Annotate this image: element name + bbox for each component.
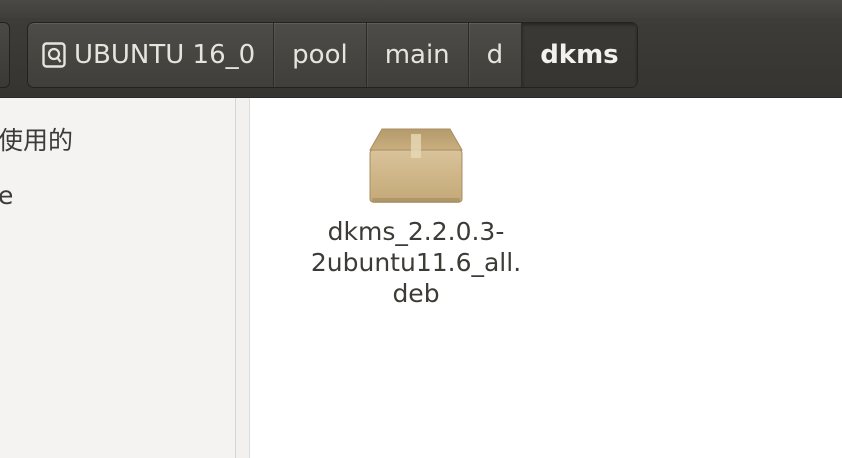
sidebar-splitter[interactable] [236, 98, 250, 458]
breadcrumb-label: dkms [540, 40, 619, 70]
file-name: dkms_2.2.0.3- 2ubuntu11.6_all. deb [296, 216, 536, 309]
package-icon [369, 128, 463, 203]
toolbar: UBUNTU 16_0 pool main d dkms [0, 0, 842, 98]
sidebar-item-label: 使用的 [0, 126, 74, 155]
drive-icon [42, 42, 66, 68]
breadcrumb-label: pool [292, 40, 348, 70]
toolbar-top-strip [0, 0, 842, 18]
breadcrumb-item-d[interactable]: d [467, 23, 522, 87]
file-name-line: dkms_2.2.0.3- [327, 217, 505, 246]
file-manager-window: UBUNTU 16_0 pool main d dkms 使用的 e dkms_… [0, 0, 842, 458]
file-view: dkms_2.2.0.3- 2ubuntu11.6_all. deb [250, 98, 842, 458]
sidebar: 使用的 e [0, 98, 236, 458]
breadcrumb-item-pool[interactable]: pool [273, 23, 366, 87]
breadcrumb-label: UBUNTU 16_0 [74, 40, 256, 70]
breadcrumb-label: d [486, 40, 504, 70]
sidebar-item-recent[interactable]: 使用的 [0, 121, 73, 157]
sidebar-item-label: e [0, 181, 14, 210]
breadcrumb-item-drive[interactable]: UBUNTU 16_0 [28, 23, 273, 87]
breadcrumb-label: main [384, 40, 450, 70]
file-name-line: deb [392, 279, 440, 308]
sidebar-item-home[interactable]: e [0, 181, 13, 210]
breadcrumb-item-dkms[interactable]: dkms [521, 23, 637, 87]
file-name-line: 2ubuntu11.6_all. [310, 248, 522, 277]
breadcrumb-item-main[interactable]: main [365, 23, 468, 87]
breadcrumb: UBUNTU 16_0 pool main d dkms [27, 22, 638, 88]
back-button[interactable] [0, 22, 10, 88]
file-item[interactable]: dkms_2.2.0.3- 2ubuntu11.6_all. deb [296, 126, 536, 309]
